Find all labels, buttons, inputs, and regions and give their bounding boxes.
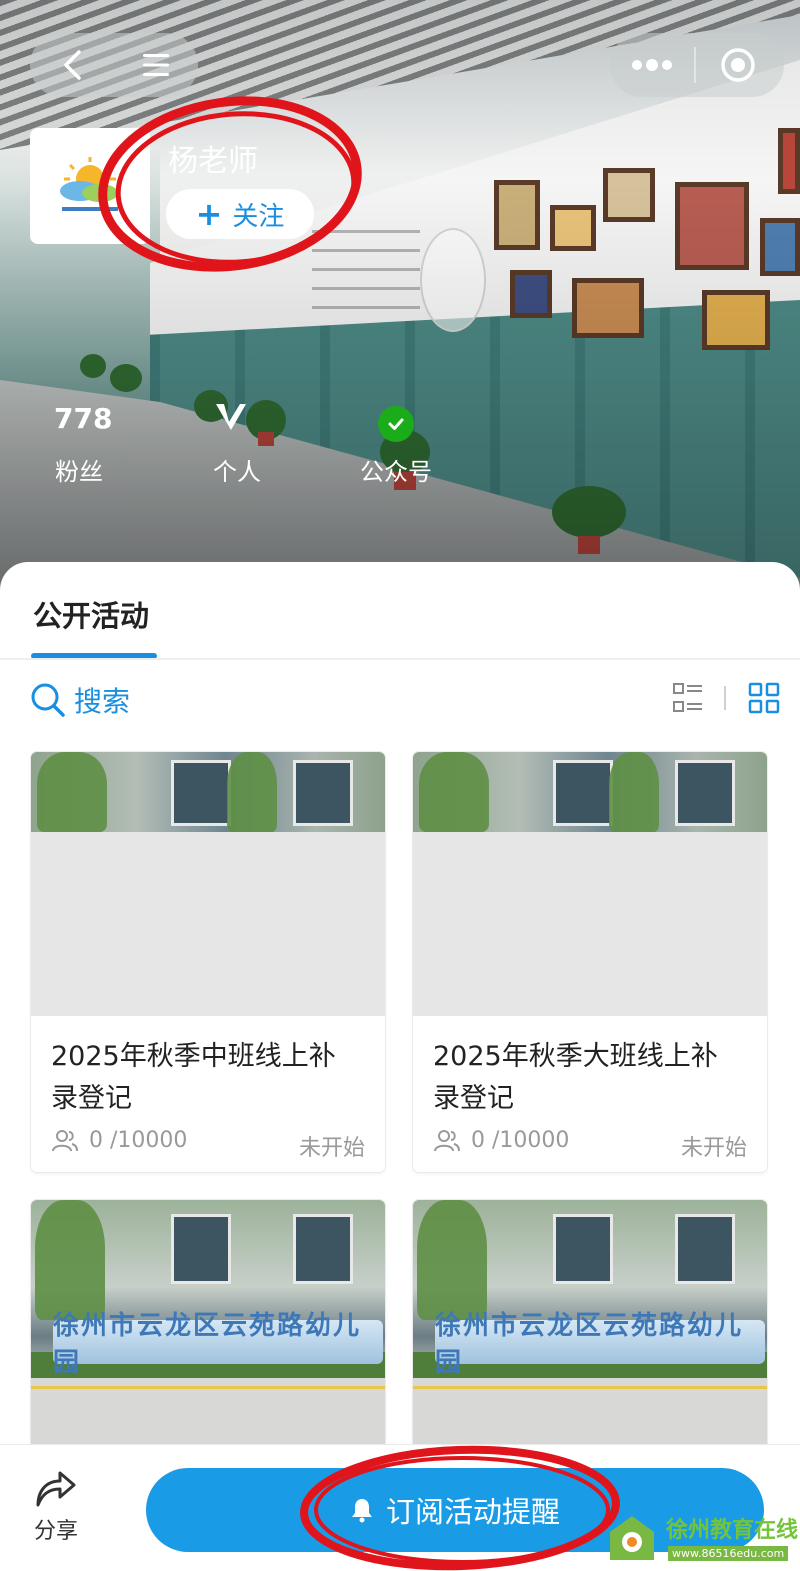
activity-status: 未开始 [680,1136,747,1161]
cover-road-line [31,1386,385,1389]
cover-window [553,760,613,826]
tab-divider [0,658,800,660]
people-icon [52,1129,78,1151]
menu-icon [143,54,169,76]
cover-window [293,1214,353,1284]
plus-icon: + [195,195,223,233]
follow-label: 关注 [232,201,285,232]
miniprogram-capsule [610,33,784,97]
participant-count: 0 /10000 [471,1128,570,1153]
target-icon [721,48,755,82]
view-separator [724,686,726,710]
watermark-text: 徐州教育在线 [666,1518,799,1543]
cover-window [293,760,353,826]
activity-cover [31,752,385,1016]
share-label: 分享 [33,1519,78,1544]
activity-cover: 徐州市云龙区云苑路幼儿园 [31,1200,385,1448]
profile-name: 杨老师 [168,144,258,179]
search-label: 搜索 [74,685,131,718]
personal-label[interactable]: 个人 [213,452,261,487]
school-sign-text: 徐州市云龙区云苑路幼儿园 [53,1311,383,1378]
cover-placeholder [413,832,767,1016]
search-icon [31,683,65,717]
school-sign-text: 徐州市云龙区云苑路幼儿园 [435,1311,765,1378]
activity-title: 2025年秋季大班线上补录登记 [433,1041,718,1114]
grid-view-icon [748,682,780,714]
more-button[interactable] [610,33,694,97]
fans-count: 778 [54,402,113,435]
watermark-logo-icon [610,1516,654,1560]
watermark: 徐州教育在线 www.86516edu.com [604,1510,798,1566]
cover-tree [37,752,107,832]
activity-participants: 0 /10000 [51,1128,187,1153]
back-button[interactable] [30,33,114,97]
close-miniprogram-button[interactable] [696,33,780,97]
back-icon [64,50,81,80]
wechat-verified-icon [378,406,414,442]
cover-window [171,760,231,826]
activity-card[interactable]: 2025年秋季大班线上补录登记 0 /10000 未开始 [413,752,767,1172]
profile-avatar[interactable] [30,128,150,244]
cover-tree [419,752,489,832]
v-verified-icon [214,402,248,436]
activity-participants: 0 /10000 [433,1128,569,1153]
nav-capsule [30,33,198,97]
cover-window [553,1214,613,1284]
fans-label: 粉丝 [55,458,103,486]
cover-road-line [413,1386,767,1389]
tab-public-activities[interactable]: 公开活动 [33,593,149,635]
share-button[interactable]: 分享 [30,1469,82,1545]
cover-placeholder [31,832,385,1016]
cover-tree [609,752,659,832]
subscribe-label: 订阅活动提醒 [385,1495,560,1529]
participant-count: 0 /10000 [89,1128,188,1153]
cover-tree [35,1200,105,1320]
grid-view-button[interactable] [748,682,780,718]
list-view-icon [673,683,702,712]
content-panel: 公开活动 搜索 2025年秋季中班线上补录登记 0 /10000 未开始 202… [0,562,800,1571]
people-icon [434,1129,460,1151]
activity-card[interactable]: 徐州市云龙区云苑路幼儿园 [413,1200,767,1450]
activity-cover: 徐州市云龙区云苑路幼儿园 [413,1200,767,1448]
share-icon [36,1471,76,1507]
watermark-url: www.86516edu.com [668,1546,789,1561]
official-account-label[interactable]: 公众号 [360,452,432,487]
cover-window [171,1214,231,1284]
menu-button[interactable] [114,33,198,97]
search-button[interactable]: 搜索 [30,680,130,720]
cover-window [675,760,735,826]
cover-window [675,1214,735,1284]
activity-title: 2025年秋季中班线上补录登记 [51,1041,336,1114]
cover-tree [227,752,277,832]
list-view-button[interactable] [672,682,704,718]
activity-card[interactable]: 2025年秋季中班线上补录登记 0 /10000 未开始 [31,752,385,1172]
activity-status: 未开始 [298,1136,365,1161]
activity-card[interactable]: 徐州市云龙区云苑路幼儿园 [31,1200,385,1450]
activity-cover [413,752,767,1016]
follow-button[interactable]: + 关注 [166,189,314,239]
bell-icon [351,1499,372,1523]
kindergarten-logo-icon [60,157,118,211]
more-dots-icon [632,59,672,71]
cover-tree [417,1200,487,1320]
